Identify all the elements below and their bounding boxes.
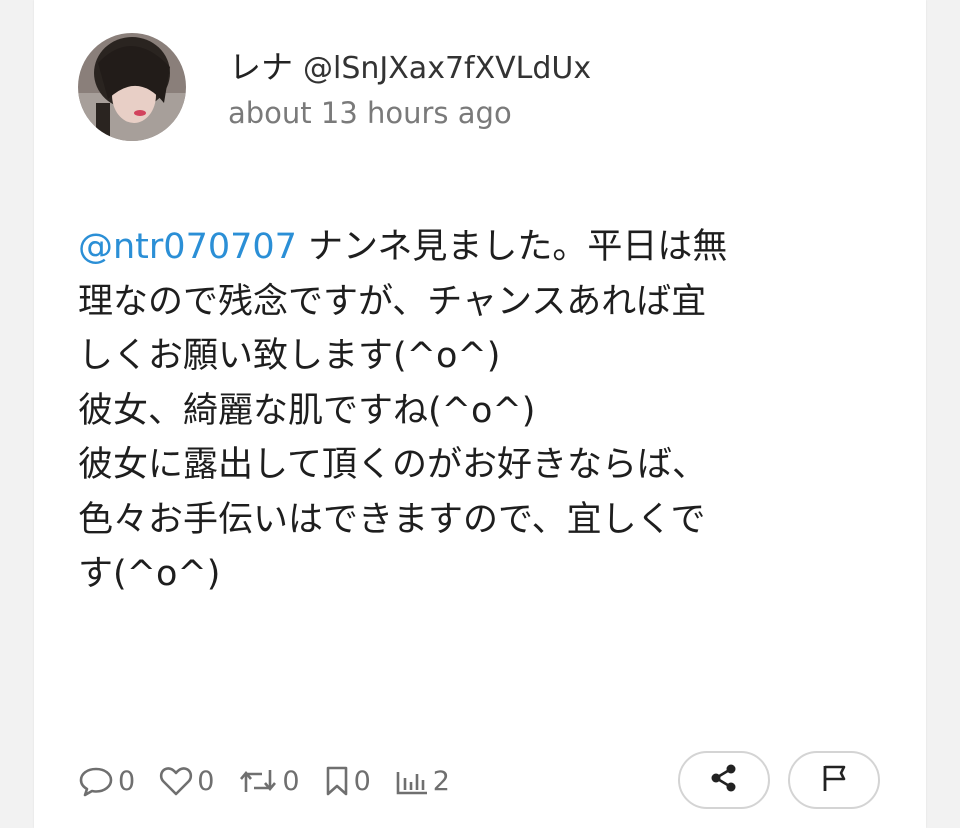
user-handle[interactable]: @lSnJXax7fXVLdUx bbox=[303, 51, 591, 86]
like-button[interactable]: 0 bbox=[159, 766, 214, 797]
action-bar: 0 0 0 0 2 bbox=[78, 760, 450, 802]
bar-chart-icon bbox=[395, 766, 429, 796]
bookmark-button[interactable]: 0 bbox=[324, 765, 371, 797]
report-button[interactable] bbox=[788, 751, 880, 809]
retweet-icon bbox=[238, 766, 278, 796]
author-line: レナ @lSnJXax7fXVLdUx bbox=[229, 42, 591, 88]
comment-icon bbox=[78, 765, 114, 797]
like-count: 0 bbox=[197, 765, 215, 797]
share-icon bbox=[709, 763, 739, 797]
post-line: しくお願い致します(^o^) bbox=[78, 336, 501, 376]
mention-link[interactable]: @ntr070707 bbox=[78, 227, 297, 267]
post-line: す(^o^) bbox=[78, 554, 221, 594]
post-line: 彼女に露出して頂くのがお好きならば、 bbox=[78, 445, 707, 485]
repost-button[interactable]: 0 bbox=[238, 765, 300, 797]
repost-count: 0 bbox=[282, 765, 300, 797]
post-body: @ntr070707 ナンネ見ました。平日は無 理なので残念ですが、チャンスあれ… bbox=[78, 220, 898, 602]
post-line: @ntr070707 ナンネ見ました。平日は無 bbox=[78, 220, 898, 275]
heart-icon bbox=[159, 766, 193, 796]
flag-icon bbox=[820, 763, 848, 797]
post-timestamp[interactable]: about 13 hours ago bbox=[228, 96, 512, 130]
reply-button[interactable]: 0 bbox=[78, 765, 135, 797]
views-count: 2 bbox=[432, 765, 450, 797]
bookmark-icon bbox=[324, 765, 350, 797]
display-name[interactable]: レナ bbox=[229, 48, 293, 86]
post-line: 理なので残念ですが、チャンスあれば宜 bbox=[78, 281, 707, 322]
post-card: レナ @lSnJXax7fXVLdUx about 13 hours ago @n… bbox=[34, 0, 926, 828]
views-button[interactable]: 2 bbox=[395, 766, 450, 797]
post-line: 色々お手伝いはできますので、宜しくで bbox=[78, 499, 706, 540]
reply-count: 0 bbox=[118, 765, 136, 797]
post-line-text: ナンネ見ました。平日は無 bbox=[296, 227, 728, 267]
avatar[interactable] bbox=[78, 33, 186, 141]
post-line: 彼女、綺麗な肌ですね(^o^) bbox=[78, 390, 536, 431]
share-button[interactable] bbox=[678, 751, 770, 809]
bookmark-count: 0 bbox=[353, 765, 371, 797]
